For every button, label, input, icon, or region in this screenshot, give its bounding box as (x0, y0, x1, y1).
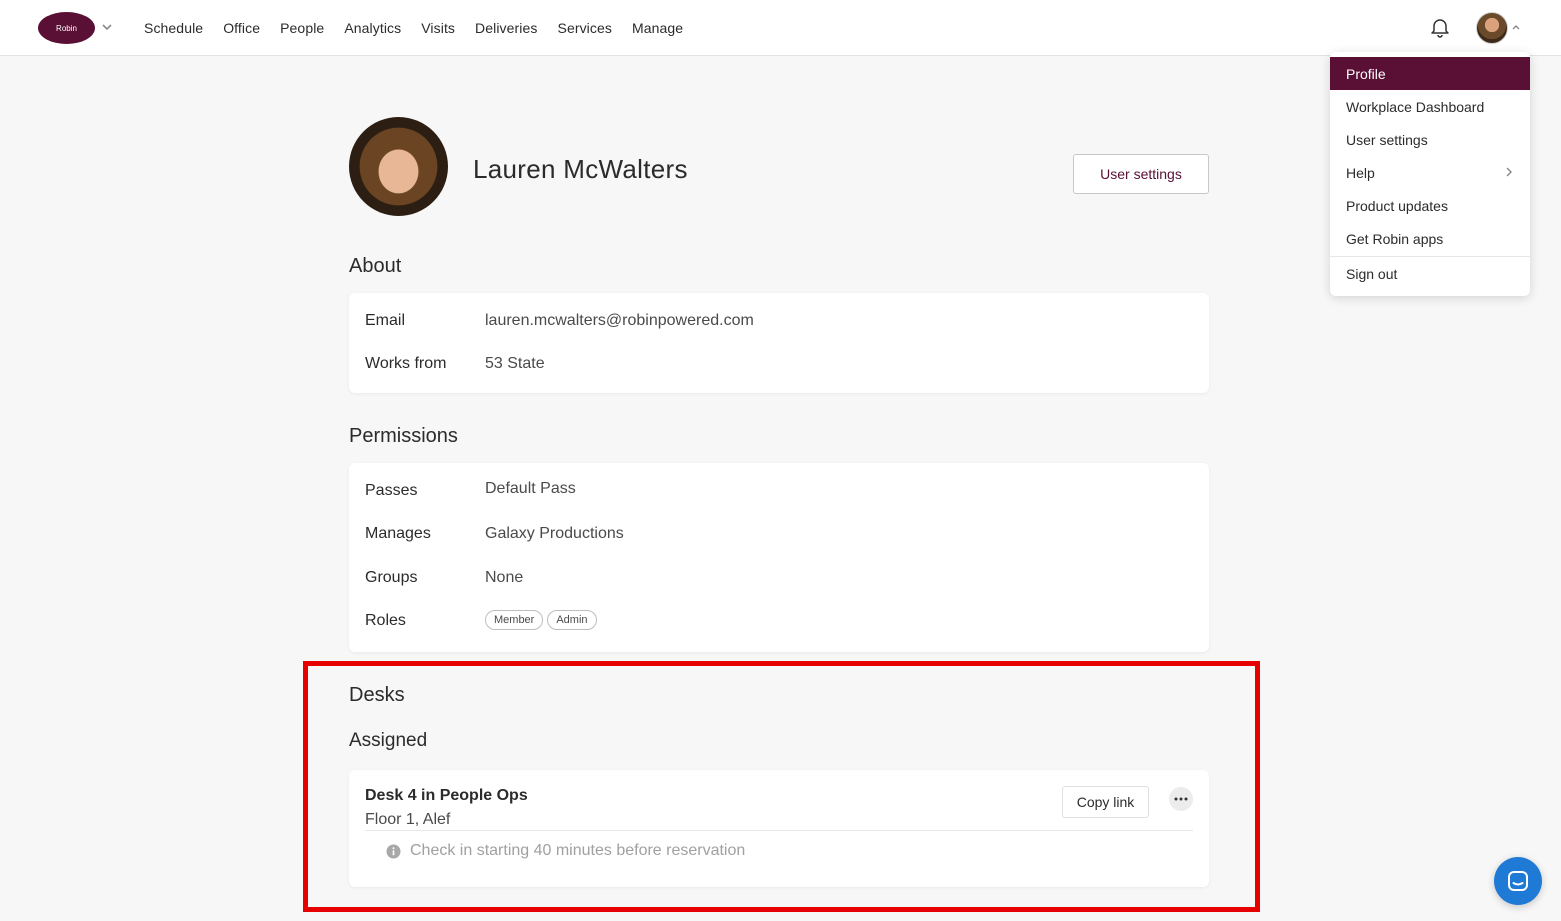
menu-item-label: Workplace Dashboard (1346, 98, 1485, 115)
nav-manage[interactable]: Manage (632, 20, 683, 36)
chevron-down-icon[interactable] (100, 20, 114, 34)
roles-label: Roles (365, 612, 406, 629)
robin-logo[interactable]: Robin (38, 12, 95, 44)
desk-name[interactable]: Desk 4 in People Ops (365, 787, 528, 805)
role-chip-admin: Admin (547, 610, 597, 630)
email-label: Email (365, 312, 406, 329)
menu-item-label: Profile (1346, 65, 1386, 82)
menu-item-user-settings[interactable]: User settings (1330, 123, 1530, 156)
logo-text: Robin (56, 23, 77, 33)
nav-schedule[interactable]: Schedule (144, 20, 203, 36)
assigned-title: Assigned (349, 730, 428, 751)
info-icon (386, 844, 401, 859)
menu-item-get-robin-apps[interactable]: Get Robin apps (1330, 222, 1530, 255)
menu-item-help[interactable]: Help (1330, 156, 1530, 189)
permissions-card: Passes Default Pass Manages Galaxy Produ… (349, 463, 1209, 652)
roles-list: Member Admin (485, 610, 601, 630)
nav-people[interactable]: People (280, 20, 324, 36)
chevron-up-icon[interactable] (1511, 22, 1521, 32)
ellipsis-icon (1174, 797, 1188, 801)
works-from-label: Works from (365, 355, 447, 372)
works-from-value: 53 State (485, 355, 545, 372)
checkin-note: Check in starting 40 minutes before rese… (410, 842, 746, 859)
nav-visits[interactable]: Visits (421, 20, 455, 36)
copy-link-button[interactable]: Copy link (1062, 786, 1149, 818)
nav-analytics[interactable]: Analytics (344, 20, 401, 36)
profile-name: Lauren McWalters (473, 154, 688, 184)
more-options-button[interactable] (1169, 787, 1193, 811)
menu-item-label: Product updates (1346, 197, 1448, 214)
main-nav: Schedule Office People Analytics Visits … (144, 0, 683, 56)
nav-deliveries[interactable]: Deliveries (475, 20, 537, 36)
nav-office[interactable]: Office (223, 20, 260, 36)
user-settings-button[interactable]: User settings (1073, 154, 1209, 194)
menu-item-label: User settings (1346, 131, 1428, 148)
passes-label: Passes (365, 482, 418, 499)
profile-avatar (349, 117, 448, 216)
email-value: lauren.mcwalters@robinpowered.com (485, 312, 754, 329)
menu-item-sign-out[interactable]: Sign out (1330, 257, 1530, 290)
role-chip-member: Member (485, 610, 544, 630)
menu-item-product-updates[interactable]: Product updates (1330, 189, 1530, 222)
avatar[interactable] (1476, 12, 1508, 44)
chat-support-button[interactable] (1494, 857, 1542, 905)
menu-item-label: Get Robin apps (1346, 230, 1444, 247)
groups-value: None (485, 569, 524, 586)
groups-label: Groups (365, 569, 418, 586)
chevron-right-icon (1506, 167, 1512, 177)
menu-item-profile[interactable]: Profile (1330, 57, 1530, 90)
manages-value: Galaxy Productions (485, 525, 624, 542)
divider (365, 830, 1193, 831)
bell-icon[interactable] (1429, 16, 1451, 38)
nav-services[interactable]: Services (558, 20, 612, 36)
top-navigation-bar: Robin Schedule Office People Analytics V… (0, 0, 1561, 56)
about-title: About (349, 255, 402, 277)
passes-value: Default Pass (485, 480, 576, 497)
user-dropdown-menu: Profile Workplace Dashboard User setting… (1330, 52, 1530, 296)
chat-icon (1508, 871, 1528, 891)
menu-item-workplace-dashboard[interactable]: Workplace Dashboard (1330, 90, 1530, 123)
desks-title: Desks (349, 684, 405, 706)
about-card: Email lauren.mcwalters@robinpowered.com … (349, 293, 1209, 393)
menu-item-label: Help (1346, 164, 1375, 181)
menu-item-label: Sign out (1346, 265, 1398, 282)
desk-location: Floor 1, Alef (365, 811, 451, 828)
desk-card: Desk 4 in People Ops Floor 1, Alef Copy … (349, 770, 1209, 887)
permissions-title: Permissions (349, 425, 458, 447)
manages-label: Manages (365, 525, 431, 542)
